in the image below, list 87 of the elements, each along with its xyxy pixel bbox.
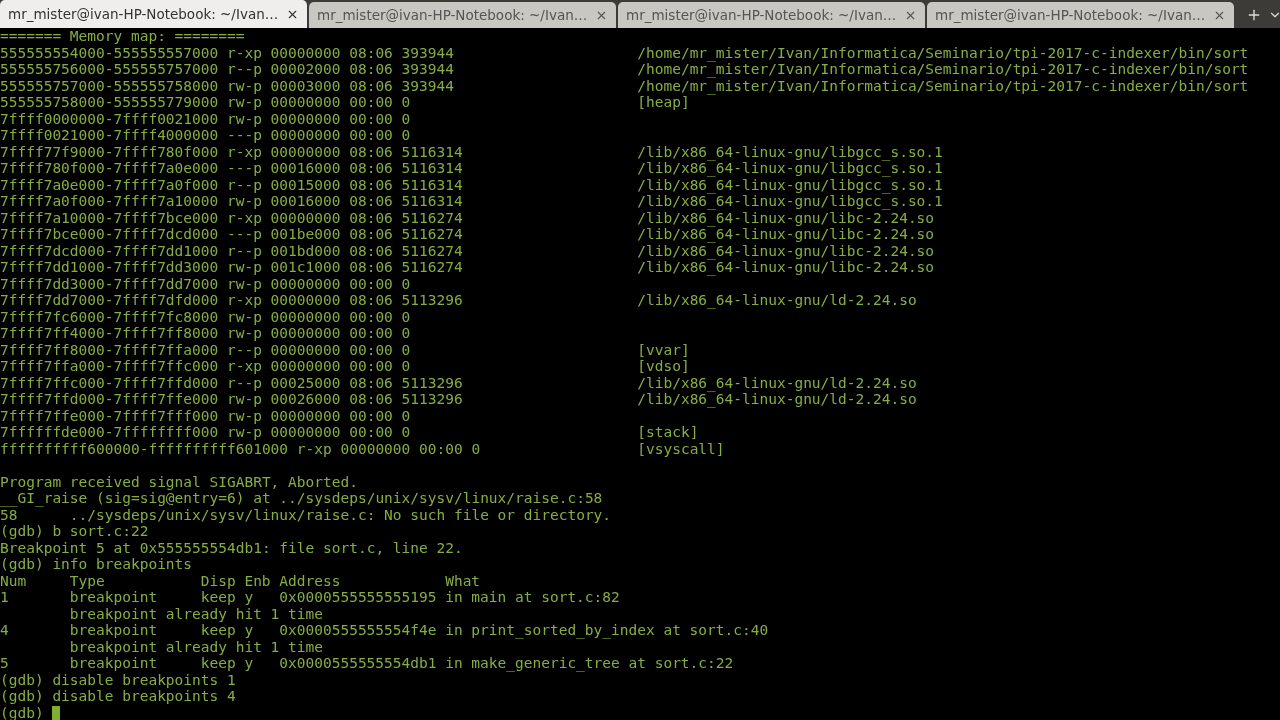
table-cell: in print_sorted_by_index at sort.c:40 [445,622,769,639]
memory-mapping: 7ffff7dd1000-7ffff7dd3000 rw-p 001c1000 08:06 5116274 [0,259,464,276]
text-cursor [52,705,61,720]
terminal-line: Breakpoint 5 at 0x555555554db1: file sort.c, line 22. [0,539,463,556]
breakpoint-note: breakpoint already hit 1 time [69,605,323,622]
memory-mapping: 7ffff7dd3000-7ffff7dd7000 rw-p 00000000 00:00 0 [0,275,412,292]
memory-mapping: 555555554000-555555557000 r-xp 00000000 08:06 393944 [0,44,455,61]
mapping-path: /lib/x86_64-linux-gnu/libc-2.24.so [637,209,935,226]
table-cell: 1 [0,589,9,605]
mapping-path: /lib/x86_64-linux-gnu/libgcc_s.so.1 [637,193,943,210]
memory-mapping: 7ffff7dd7000-7ffff7dfd000 r-xp 00000000 08:06 5113296 [0,292,464,309]
memory-mapping: 7ffff7ffd000-7ffff7ffe000 rw-p 00026000 08:06 5113296 [0,391,464,408]
terminal-line: (gdb) info breakpoints [0,556,193,573]
table-cell: Enb [244,572,271,589]
table-cell: 0x0000555555555195 [279,589,437,605]
mapping-path: /lib/x86_64-linux-gnu/libc-2.24.so [637,226,935,243]
mapping-path: [vvar] [637,341,690,358]
table-cell: 4 [0,622,9,638]
memory-mapping: 7ffff0000000-7ffff0021000 rw-p 00000000 00:00 0 [0,110,412,127]
mapping-path: /home/mr_mister/Ivan/Informatica/Seminario/tpi-2017-c-indexer/bin/sort [637,44,1249,61]
memory-mapping: 7ffff7dcd000-7ffff7dd1000 r--p 001bd000 08:06 5116274 [0,242,464,259]
shell-prompt: (gdb) [0,704,44,720]
terminal-line: (gdb) b sort.c:22 [0,523,149,540]
mapping-path: /lib/x86_64-linux-gnu/ld-2.24.so [637,391,917,408]
terminal-tab[interactable]: mr_mister@ivan-HP-Notebook: ~/Ivan… [927,2,1234,28]
mapping-path: [heap] [637,94,690,111]
table-cell: Disp [200,572,236,589]
table-cell: y [244,655,254,671]
memory-mapping: 7ffff7ffe000-7ffff7fff000 rw-p 00000000 00:00 0 [0,407,412,424]
mapping-path: /lib/x86_64-linux-gnu/ld-2.24.so [637,374,917,391]
terminal-line: Program received signal SIGABRT, Aborted. [0,473,358,490]
memory-mapping: 555555758000-555555779000 rw-p 00000000 00:00 0 [0,94,412,111]
terminal-line: (gdb) disable breakpoints 1 [0,671,236,688]
table-cell: keep [200,589,236,605]
terminal-line: ../sysdeps/unix/sysv/linux/raise.c: No such file or directory. [69,506,612,523]
memory-mapping: 7ffff77f9000-7ffff780f000 r-xp 00000000 08:06 5116314 [0,143,464,160]
table-cell: 0x0000555555554db1 [279,655,437,671]
table-cell: keep [200,622,236,638]
memory-mapping: 7ffff780f000-7ffff7a0e000 ---p 00016000 08:06 5116314 [0,160,464,177]
memory-mapping: 555555757000-555555758000 rw-p 00003000 08:06 393944 [0,77,455,94]
table-cell: keep [200,655,236,671]
table-cell: in make_generic_tree at sort.c:22 [445,655,734,672]
mapping-path: /home/mr_mister/Ivan/Informatica/Seminario/tpi-2017-c-indexer/bin/sort [637,77,1249,94]
terminal-tab[interactable]: mr_mister@ivan-HP-Notebook: ~/Ivan… [0,0,307,28]
table-cell: in main at sort.c:82 [445,589,620,606]
terminal-line: ======= Memory map: ======== [0,28,245,45]
memory-mapping: 7ffff7a0f000-7ffff7a10000 rw-p 00016000 08:06 5116314 [0,193,464,210]
terminal-line: (gdb) disable breakpoints 4 [0,688,236,705]
breakpoint-note: breakpoint already hit 1 time [69,638,323,655]
terminal-tab[interactable]: mr_mister@ivan-HP-Notebook: ~/Ivan… [618,2,925,28]
table-cell: 0x0000555555554f4e [279,622,437,638]
table-cell: y [244,622,254,638]
mapping-path: /lib/x86_64-linux-gnu/libc-2.24.so [637,242,935,259]
table-cell: breakpoint [69,589,158,605]
table-cell: Address [279,572,341,589]
table-cell: y [244,589,254,605]
mapping-path: /lib/x86_64-linux-gnu/libgcc_s.so.1 [637,160,943,177]
memory-mapping: 7ffff7ffc000-7ffff7ffd000 r--p 00025000 08:06 5113296 [0,374,464,391]
table-cell: breakpoint [69,622,158,638]
memory-mapping: 7ffff7a10000-7ffff7bce000 r-xp 00000000 08:06 5116274 [0,209,464,226]
table-cell: Num [0,572,27,589]
line-number: 58 [0,506,18,523]
memory-mapping: 7ffff0021000-7ffff4000000 ---p 00000000 00:00 0 [0,127,412,144]
new-tab-icon[interactable] [1246,7,1262,23]
memory-mapping: 555555756000-555555757000 r--p 00002000 08:06 393944 [0,61,455,78]
table-cell: Type [69,572,105,589]
terminal-line: __GI_raise (sig=sig@entry=6) at ../sysdeps/unix/sysv/linux/raise.c:58 [0,490,603,507]
memory-mapping: 7ffffffde000-7ffffffff000 rw-p 00000000 00:00 0 [0,424,412,441]
table-cell: What [445,572,481,589]
mapping-path: /lib/x86_64-linux-gnu/libgcc_s.so.1 [637,176,943,193]
table-cell: breakpoint [69,655,158,671]
mapping-path: [vsyscall] [637,440,725,457]
terminal-tab[interactable]: mr_mister@ivan-HP-Notebook: ~/Ivan… [309,2,616,28]
memory-mapping: 7ffff7ff8000-7ffff7ffa000 r--p 00000000 00:00 0 [0,341,412,358]
table-cell: 5 [0,655,9,671]
memory-mapping: 7ffff7fc6000-7ffff7fc8000 rw-p 00000000 00:00 0 [0,308,412,325]
memory-mapping: 7ffff7a0e000-7ffff7a0f000 r--p 00015000 08:06 5116314 [0,176,464,193]
memory-mapping: 7ffff7ffa000-7ffff7ffc000 r-xp 00000000 00:00 0 [0,358,412,375]
mapping-path: /lib/x86_64-linux-gnu/libc-2.24.so [637,259,935,276]
mapping-path: /lib/x86_64-linux-gnu/libgcc_s.so.1 [637,143,943,160]
memory-mapping: ffffffffff600000-ffffffffff601000 r-xp 00000000 00:00 0 [0,440,482,457]
mapping-path: /lib/x86_64-linux-gnu/ld-2.24.so [637,292,917,309]
mapping-path: [stack] [637,424,699,441]
memory-mapping: 7ffff7bce000-7ffff7dcd000 ---p 001be000 08:06 5116274 [0,226,464,243]
mapping-path: /home/mr_mister/Ivan/Informatica/Seminario/tpi-2017-c-indexer/bin/sort [637,61,1249,78]
memory-mapping: 7ffff7ff4000-7ffff7ff8000 rw-p 00000000 00:00 0 [0,325,412,342]
mapping-path: [vdso] [637,358,690,375]
